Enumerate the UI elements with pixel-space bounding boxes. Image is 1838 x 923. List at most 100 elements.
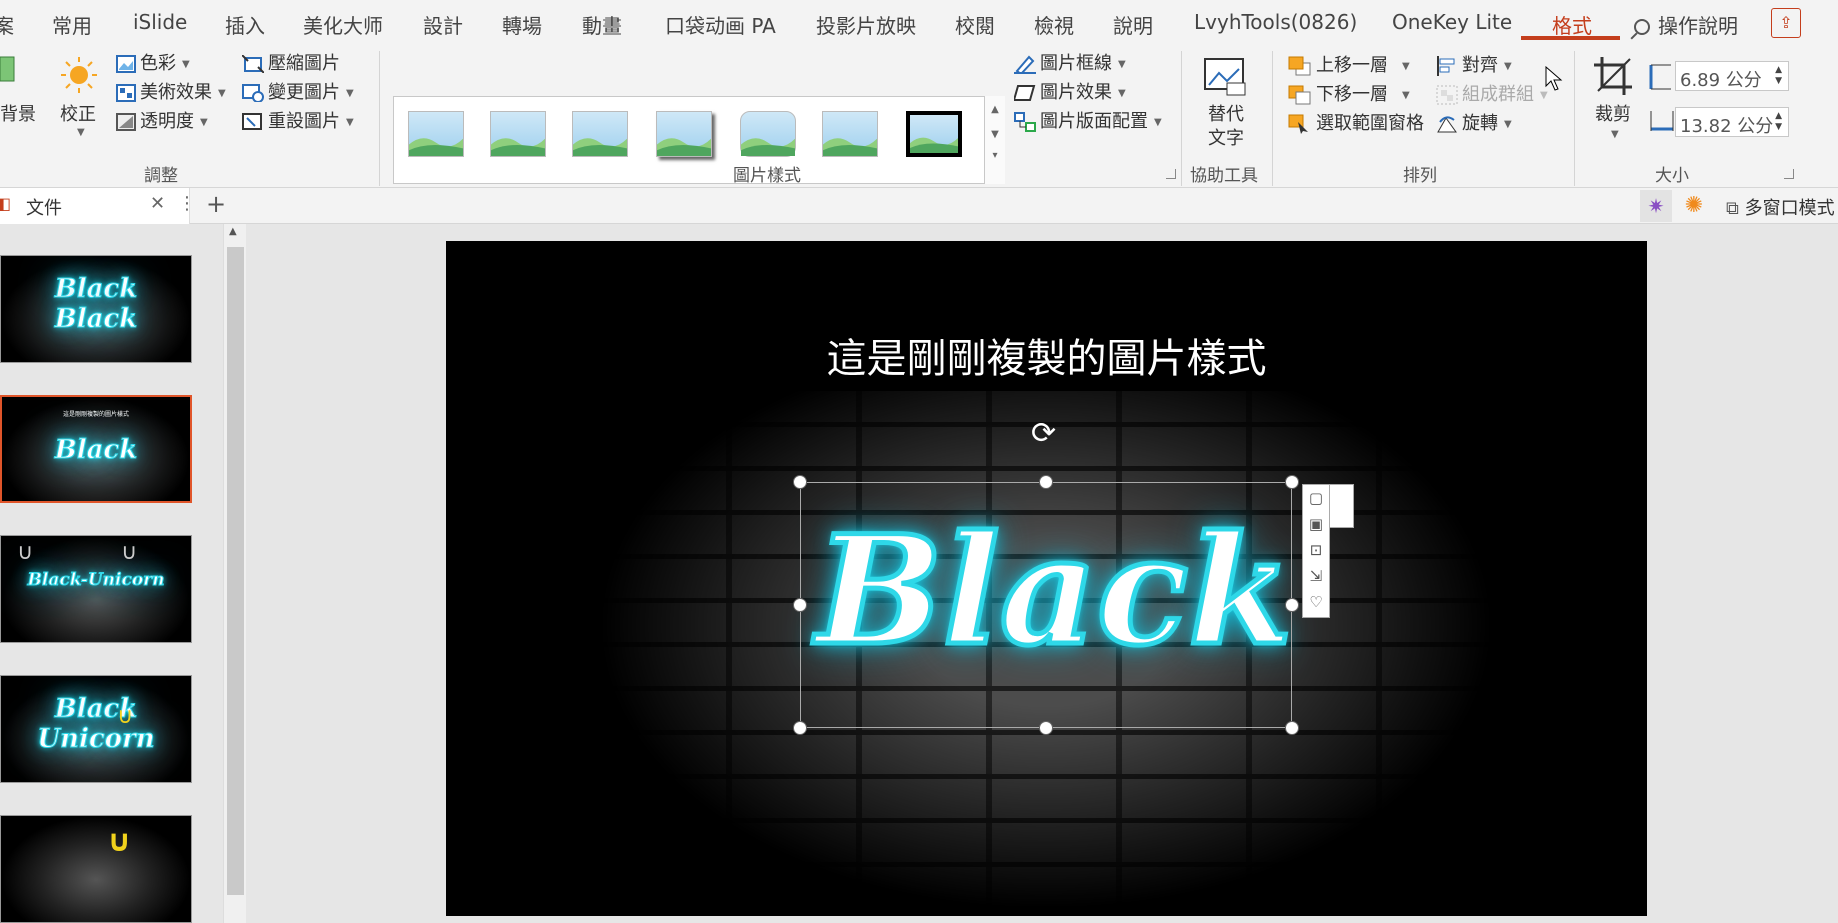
shape-style-icon[interactable]: ▢ [1303, 485, 1329, 511]
resize-icon[interactable]: ⇲ [1303, 563, 1329, 589]
share-icon[interactable]: ⇪ [1771, 8, 1801, 38]
resize-handle-b[interactable] [1039, 721, 1053, 735]
picture-style-thumb[interactable] [490, 111, 546, 157]
crop-picture-icon[interactable]: ⊡ [1303, 537, 1329, 563]
tab-10[interactable]: 校閱 [955, 10, 995, 39]
artistic-effects-label: 美術效果 [140, 82, 212, 103]
tab-11[interactable]: 檢視 [1034, 10, 1074, 39]
reset-picture-label: 重設圖片 [268, 111, 340, 132]
alt-text-button[interactable] [1203, 57, 1247, 102]
picture-effects-button[interactable]: 圖片效果 ▼ [1014, 78, 1126, 104]
picture-layout-button[interactable]: 圖片版面配置 ▼ [1014, 107, 1162, 133]
reset-picture-button[interactable]: 重設圖片 ▼ [242, 107, 354, 133]
tab-4[interactable]: 美化大师 [303, 10, 383, 39]
slide-thumbnail-1[interactable]: Black Black [0, 255, 192, 363]
arrange-group-label: 排列 [1403, 166, 1437, 186]
group-objects-button[interactable]: 組成群組 ▼ [1436, 80, 1548, 106]
height-value: 6.89 公分 [1680, 70, 1762, 91]
artistic-effects-button[interactable]: 美術效果 ▼ [116, 78, 226, 104]
corrections-dropdown-icon[interactable]: ▼ [77, 127, 85, 138]
crop-button[interactable] [1592, 55, 1634, 102]
tab-12[interactable]: 說明 [1113, 10, 1153, 39]
selection-box [800, 482, 1292, 728]
align-button[interactable]: 對齊 ▼ [1436, 51, 1512, 77]
resize-handle-r[interactable] [1285, 598, 1299, 612]
picture-style-thumb[interactable] [572, 111, 628, 157]
compress-pictures-icon [242, 55, 264, 73]
quick-format-toolbar: ▢ ▣ ⊡ ⇲ ♡ [1302, 484, 1330, 618]
slide-thumbnail-3[interactable]: Black-Unicorn ∪ ∪ [0, 535, 192, 643]
resize-handle-br[interactable] [1285, 721, 1299, 735]
width-value: 13.82 公分 [1680, 116, 1774, 137]
tab-1[interactable]: 常用 [52, 10, 92, 39]
remove-background-button[interactable] [0, 55, 20, 83]
width-spinner-icon[interactable]: ▲ ▼ [1775, 111, 1782, 133]
image-icon[interactable]: ▣ [1303, 511, 1329, 537]
selection-pane-button[interactable]: 選取範圍窗格 [1288, 109, 1424, 135]
size-launcher-icon[interactable] [1784, 169, 1794, 179]
tab-9[interactable]: 投影片放映 [816, 10, 916, 39]
color-button[interactable]: 色彩 ▼ [116, 49, 190, 75]
resize-handle-t[interactable] [1039, 475, 1053, 489]
ribbon-tabs: 案 常用 iSlide 插入 美化大师 設計 轉場 動畫 口袋动画 PA 投影片放映 校閱 檢視 說明 L… [0, 0, 1838, 43]
picture-style-thumb[interactable] [822, 111, 878, 157]
gear-icon[interactable]: ✺ [1678, 190, 1710, 222]
picture-style-thumb[interactable] [656, 111, 712, 157]
slide-thumbnail-2[interactable]: 這是剛剛複製的圖片樣式 Black [0, 395, 192, 503]
horseshoe-icon: ∪ [17, 540, 34, 565]
alt-text-label-line2: 文字 [1208, 128, 1244, 149]
compress-pictures-button[interactable]: 壓縮圖片 [242, 49, 340, 75]
picture-styles-group-label: 圖片樣式 [733, 166, 801, 186]
close-tab-icon[interactable]: ✕ [150, 193, 165, 214]
bring-forward-button[interactable]: 上移一層 ▼ [1288, 51, 1410, 77]
compress-pictures-label: 壓縮圖片 [268, 53, 340, 74]
resize-handle-l[interactable] [793, 598, 807, 612]
slide-title[interactable]: 這是剛剛複製的圖片樣式 [446, 326, 1647, 384]
width-input[interactable]: 13.82 公分 ▲ ▼ [1675, 107, 1789, 137]
send-backward-button[interactable]: 下移一層 ▼ [1288, 80, 1410, 106]
thumbnail-scrollbar[interactable]: ▲ [223, 224, 246, 923]
resize-handle-tl[interactable] [793, 475, 807, 489]
tab-8[interactable]: 口袋动画 PA [665, 10, 776, 39]
gallery-more-icon[interactable]: ▾ [985, 150, 1005, 161]
picture-style-thumb[interactable] [740, 111, 796, 157]
picture-style-thumb[interactable] [408, 111, 464, 157]
gallery-down-icon[interactable]: ▼ [985, 129, 1005, 140]
picture-border-button[interactable]: 圖片框線 ▼ [1014, 49, 1126, 75]
magic-icon[interactable]: ✷ [1640, 190, 1672, 222]
heart-icon[interactable]: ♡ [1303, 589, 1329, 615]
picture-style-thumb[interactable] [906, 111, 962, 157]
scrollbar-thumb[interactable] [227, 247, 244, 895]
rotate-handle-icon[interactable]: ⟳ [1031, 416, 1056, 451]
crop-dropdown-icon[interactable]: ▼ [1611, 129, 1619, 140]
corrections-button[interactable] [60, 56, 98, 99]
tab-7[interactable]: 動畫 [582, 10, 622, 39]
slide-thumbnail-5[interactable]: ∪ [0, 815, 192, 923]
gallery-up-icon[interactable]: ▲ [985, 104, 1005, 115]
tab-14[interactable]: OneKey Lite [1392, 10, 1512, 34]
tab-6[interactable]: 轉場 [502, 10, 542, 39]
multi-window-mode-button[interactable]: ⧉ 多窗口模式 [1726, 194, 1835, 220]
document-tab[interactable]: ◧ 文件 ✕ ⋮ [0, 188, 196, 224]
height-spinner-icon[interactable]: ▲ ▼ [1775, 65, 1782, 87]
add-tab-icon[interactable]: + [206, 190, 226, 218]
tab-format[interactable]: 格式 [1552, 10, 1592, 39]
tab-3[interactable]: 插入 [225, 10, 265, 39]
gallery-scroll[interactable]: ▲ ▼ ▾ [984, 96, 1005, 184]
quick-toolbar-expand[interactable] [1330, 484, 1354, 528]
change-picture-button[interactable]: 變更圖片 ▼ [242, 78, 354, 104]
tell-me-search[interactable]: 操作說明 [1634, 10, 1738, 39]
rotate-button[interactable]: 旋轉 ▼ [1436, 109, 1512, 135]
tab-5[interactable]: 設計 [423, 10, 463, 39]
tab-menu-icon[interactable]: ⋮ [178, 193, 196, 214]
scroll-up-icon[interactable]: ▲ [229, 226, 237, 237]
tab-0[interactable]: 案 [0, 10, 14, 39]
picture-styles-launcher-icon[interactable] [1166, 169, 1176, 179]
tab-13[interactable]: LvyhTools(0826) [1194, 10, 1357, 34]
height-input[interactable]: 6.89 公分 ▲ ▼ [1675, 61, 1789, 91]
transparency-button[interactable]: 透明度 ▼ [116, 107, 208, 133]
resize-handle-tr[interactable] [1285, 475, 1299, 489]
slide-thumbnail-4[interactable]: Black Unicorn ∪ [0, 675, 192, 783]
tab-2[interactable]: iSlide [133, 10, 187, 34]
resize-handle-bl[interactable] [793, 721, 807, 735]
